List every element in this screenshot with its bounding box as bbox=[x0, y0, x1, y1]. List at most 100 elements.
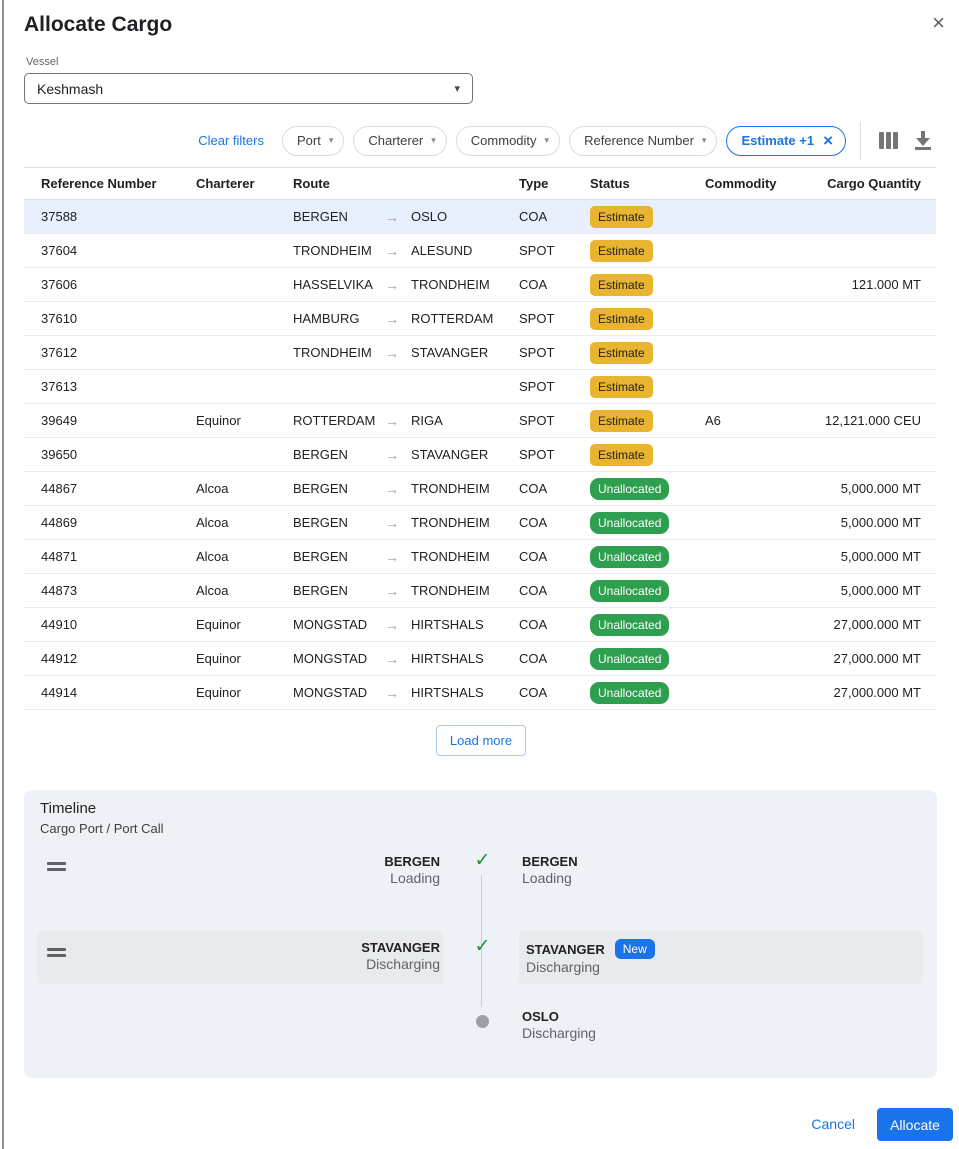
col-commodity: Commodity bbox=[705, 176, 805, 191]
close-icon[interactable]: × bbox=[932, 12, 945, 34]
table-row[interactable]: 37610 HAMBURG → ROTTERDAM SPOT Estimate bbox=[24, 302, 936, 336]
vessel-value: Keshmash bbox=[37, 81, 103, 97]
drag-handle-icon[interactable] bbox=[47, 862, 66, 874]
table-row[interactable]: 44910 Equinor MONGSTAD → HIRTSHALS COA U… bbox=[24, 608, 936, 642]
download-icon[interactable] bbox=[910, 128, 936, 154]
chevron-down-icon: ▾ bbox=[702, 135, 707, 146]
cell-reference-number: 44912 bbox=[24, 651, 196, 666]
divider bbox=[860, 122, 861, 160]
timeline-cargo-port-card[interactable]: STAVANGER Discharging bbox=[38, 931, 443, 984]
table-row[interactable]: 39649 Equinor ROTTERDAM → RIGA SPOT Esti… bbox=[24, 404, 936, 438]
cell-status: Estimate bbox=[584, 444, 705, 466]
chevron-down-icon: ▾ bbox=[431, 135, 436, 146]
table-row[interactable]: 44871 Alcoa BERGEN → TRONDHEIM COA Unall… bbox=[24, 540, 936, 574]
cell-status: Unallocated bbox=[584, 614, 705, 636]
load-more-button[interactable]: Load more bbox=[436, 725, 526, 756]
table-row[interactable]: 37613 SPOT Estimate bbox=[24, 370, 936, 404]
table-row[interactable]: 44869 Alcoa BERGEN → TRONDHEIM COA Unall… bbox=[24, 506, 936, 540]
new-badge: New bbox=[615, 939, 655, 959]
route-origin: MONGSTAD bbox=[293, 685, 385, 700]
page-title: Allocate Cargo bbox=[24, 13, 172, 37]
columns-icon[interactable] bbox=[875, 128, 901, 154]
remove-filter-icon[interactable]: × bbox=[823, 132, 833, 149]
cancel-button[interactable]: Cancel bbox=[811, 1116, 855, 1132]
cell-reference-number: 44910 bbox=[24, 617, 196, 632]
status-badge: Estimate bbox=[590, 342, 653, 364]
cell-status: Estimate bbox=[584, 206, 705, 228]
cell-charterer: Alcoa bbox=[196, 515, 293, 530]
status-badge: Unallocated bbox=[590, 546, 669, 568]
table-row[interactable]: 44912 Equinor MONGSTAD → HIRTSHALS COA U… bbox=[24, 642, 936, 676]
timeline-port-call: OSLO Discharging bbox=[522, 1000, 922, 1045]
table-row[interactable]: 37604 TRONDHEIM → ALESUND SPOT Estimate bbox=[24, 234, 936, 268]
clear-filters-link[interactable]: Clear filters bbox=[198, 133, 264, 148]
route-destination: RIGA bbox=[411, 413, 443, 428]
cell-status: Estimate bbox=[584, 274, 705, 296]
route-destination: TRONDHEIM bbox=[411, 481, 490, 496]
table-row[interactable]: 37612 TRONDHEIM → STAVANGER SPOT Estimat… bbox=[24, 336, 936, 370]
col-cargo-quantity: Cargo Quantity bbox=[805, 176, 936, 191]
status-badge: Estimate bbox=[590, 308, 653, 330]
cell-route: HASSELVIKA → TRONDHEIM bbox=[293, 277, 519, 293]
route-origin: MONGSTAD bbox=[293, 617, 385, 632]
table-row[interactable]: 37606 HASSELVIKA → TRONDHEIM COA Estimat… bbox=[24, 268, 936, 302]
route-destination: TRONDHEIM bbox=[411, 277, 490, 292]
route-origin: MONGSTAD bbox=[293, 651, 385, 666]
table-row[interactable]: 44867 Alcoa BERGEN → TRONDHEIM COA Unall… bbox=[24, 472, 936, 506]
filter-chip-charterer[interactable]: Charterer ▾ bbox=[353, 126, 446, 156]
timeline-row: OSLO Discharging bbox=[38, 1000, 922, 1045]
cell-status: Estimate bbox=[584, 308, 705, 330]
route-destination: OSLO bbox=[411, 209, 447, 224]
port-activity: Loading bbox=[390, 870, 440, 887]
cargo-table: Reference Number Charterer Route Type St… bbox=[24, 167, 936, 710]
table-row[interactable]: 37588 BERGEN → OSLO COA Estimate bbox=[24, 200, 936, 234]
filter-chip-reference-number[interactable]: Reference Number ▾ bbox=[569, 126, 717, 156]
timeline-marker: ✓ bbox=[443, 845, 522, 899]
table-row[interactable]: 44914 Equinor MONGSTAD → HIRTSHALS COA U… bbox=[24, 676, 936, 710]
filter-chip-port[interactable]: Port ▾ bbox=[282, 126, 344, 156]
cell-type: COA bbox=[519, 685, 584, 700]
status-badge: Unallocated bbox=[590, 682, 669, 704]
col-reference-number: Reference Number bbox=[24, 176, 196, 191]
cell-route: MONGSTAD → HIRTSHALS bbox=[293, 685, 519, 701]
filter-chip-estimate-active[interactable]: Estimate +1 × bbox=[726, 126, 846, 156]
check-icon: ✓ bbox=[475, 937, 491, 956]
timeline-subtitle: Cargo Port / Port Call bbox=[40, 821, 164, 836]
drag-handle-icon[interactable] bbox=[47, 948, 66, 960]
port-name: BERGEN bbox=[522, 853, 922, 870]
timeline-marker: ✓ bbox=[443, 931, 522, 984]
table-body: 37588 BERGEN → OSLO COA Estimate 37604 T… bbox=[24, 200, 936, 710]
cell-status: Unallocated bbox=[584, 478, 705, 500]
route-destination: HIRTSHALS bbox=[411, 685, 484, 700]
route-origin: BERGEN bbox=[293, 549, 385, 564]
cell-route: TRONDHEIM → ALESUND bbox=[293, 243, 519, 259]
cell-type: SPOT bbox=[519, 447, 584, 462]
timeline-port-call: BERGEN Loading bbox=[522, 845, 922, 899]
filter-chip-commodity[interactable]: Commodity ▾ bbox=[456, 126, 560, 156]
timeline-row: STAVANGER Discharging ✓ STAVANGER New Di… bbox=[38, 931, 922, 984]
cell-cargo-quantity: 27,000.000 MT bbox=[805, 651, 936, 666]
status-badge: Unallocated bbox=[590, 512, 669, 534]
port-name: OSLO bbox=[522, 1008, 922, 1025]
cell-status: Unallocated bbox=[584, 580, 705, 602]
table-row[interactable]: 39650 BERGEN → STAVANGER SPOT Estimate bbox=[24, 438, 936, 472]
cell-type: COA bbox=[519, 515, 584, 530]
chip-label: Port bbox=[297, 133, 321, 148]
vessel-select[interactable]: Keshmash ▾ bbox=[24, 73, 473, 104]
table-row[interactable]: 44873 Alcoa BERGEN → TRONDHEIM COA Unall… bbox=[24, 574, 936, 608]
timeline-marker bbox=[443, 1000, 522, 1045]
route-origin: BERGEN bbox=[293, 447, 385, 462]
route-origin: ROTTERDAM bbox=[293, 413, 385, 428]
route-origin: BERGEN bbox=[293, 481, 385, 496]
cell-type: SPOT bbox=[519, 243, 584, 258]
allocate-button[interactable]: Allocate bbox=[877, 1108, 953, 1141]
route-destination: ROTTERDAM bbox=[411, 311, 493, 326]
cell-reference-number: 37606 bbox=[24, 277, 196, 292]
route-origin: BERGEN bbox=[293, 583, 385, 598]
arrow-right-icon: → bbox=[385, 481, 411, 497]
col-charterer: Charterer bbox=[196, 176, 293, 191]
status-badge: Unallocated bbox=[590, 478, 669, 500]
cell-route: TRONDHEIM → STAVANGER bbox=[293, 345, 519, 361]
cell-cargo-quantity: 5,000.000 MT bbox=[805, 549, 936, 564]
cell-route: BERGEN → STAVANGER bbox=[293, 447, 519, 463]
